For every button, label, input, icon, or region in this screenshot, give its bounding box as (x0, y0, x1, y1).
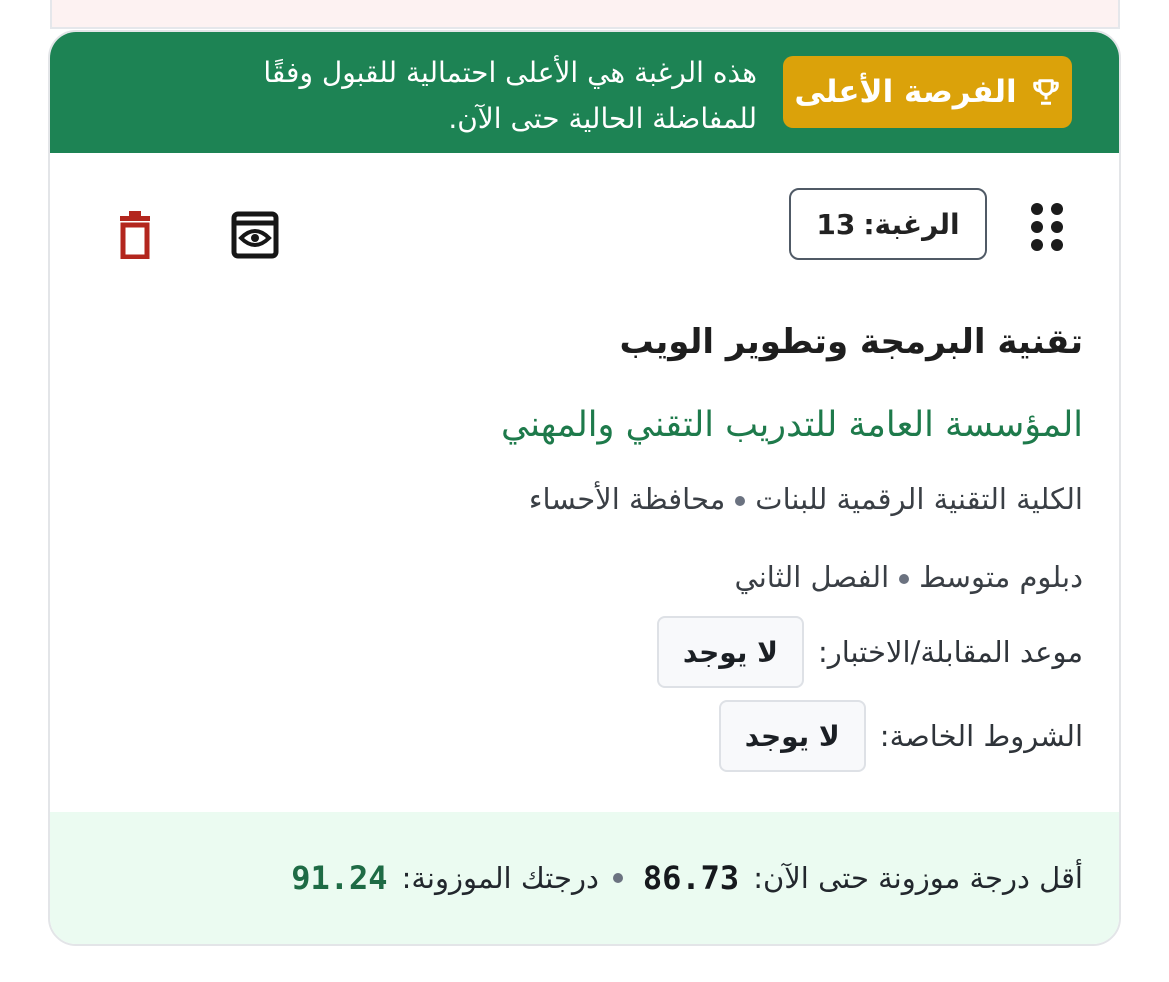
college-name: الكلية التقنية الرقمية للبنات (755, 482, 1083, 516)
college-location-line: الكلية التقنية الرقمية للبنات محافظة الأح… (86, 469, 1083, 529)
rank-label: الرغبة: (863, 207, 960, 241)
card-toolbar: الرغبة: 13 (50, 187, 1119, 260)
conditions-row: الشروط الخاصة: لا يوجد (86, 700, 1083, 772)
min-score-label: أقل درجة موزونة حتى الآن: (753, 861, 1083, 895)
organization-name: المؤسسة العامة للتدريب التقني والمهني (501, 405, 1083, 445)
separator-dot (735, 496, 746, 506)
interview-row: موعد المقابلة/الاختبار: لا يوجد (86, 616, 1083, 688)
eye-icon[interactable] (231, 211, 279, 259)
preference-rank-box: الرغبة: 13 (789, 188, 987, 260)
degree-semester-line: دبلوم متوسط الفصل الثاني (86, 547, 1083, 607)
program-details: تقنية البرمجة وتطوير الويب المؤسسة العام… (86, 312, 1083, 772)
conditions-value: لا يوجد (718, 700, 866, 772)
preference-card: الفرصة الأعلى هذه الرغبة هي الأعلى احتما… (48, 30, 1121, 946)
top-chance-badge-label: الفرصة الأعلى (794, 74, 1017, 110)
your-score-value: 91.24 (291, 859, 388, 897)
semester-name: الفصل الثاني (734, 560, 890, 594)
region-name: محافظة الأحساء (528, 482, 726, 516)
score-footer: أقل درجة موزونة حتى الآن: 86.73 درجتك ال… (50, 812, 1119, 944)
previous-card-edge (50, 0, 1120, 29)
interview-label: موعد المقابلة/الاختبار: (817, 635, 1083, 669)
degree-name: دبلوم متوسط (919, 560, 1083, 594)
drag-handle-icon[interactable] (1030, 201, 1064, 253)
conditions-label: الشروط الخاصة: (879, 719, 1083, 753)
rank-value: 13 (816, 207, 856, 241)
your-score-label: درجتك الموزونة: (401, 861, 599, 895)
separator-dot (899, 574, 910, 584)
major-title: تقنية البرمجة وتطوير الويب (619, 322, 1084, 362)
min-score-value: 86.73 (642, 859, 740, 897)
trophy-icon (1032, 79, 1059, 105)
separator-dot (612, 873, 623, 883)
top-chance-message: هذه الرغبة هي الأعلى احتمالية للقبول وفق… (263, 56, 757, 135)
top-chance-badge: الفرصة الأعلى (783, 56, 1072, 128)
trash-icon[interactable] (118, 211, 152, 259)
top-chance-banner: الفرصة الأعلى هذه الرغبة هي الأعلى احتما… (50, 32, 1119, 153)
interview-value: لا يوجد (656, 616, 804, 688)
